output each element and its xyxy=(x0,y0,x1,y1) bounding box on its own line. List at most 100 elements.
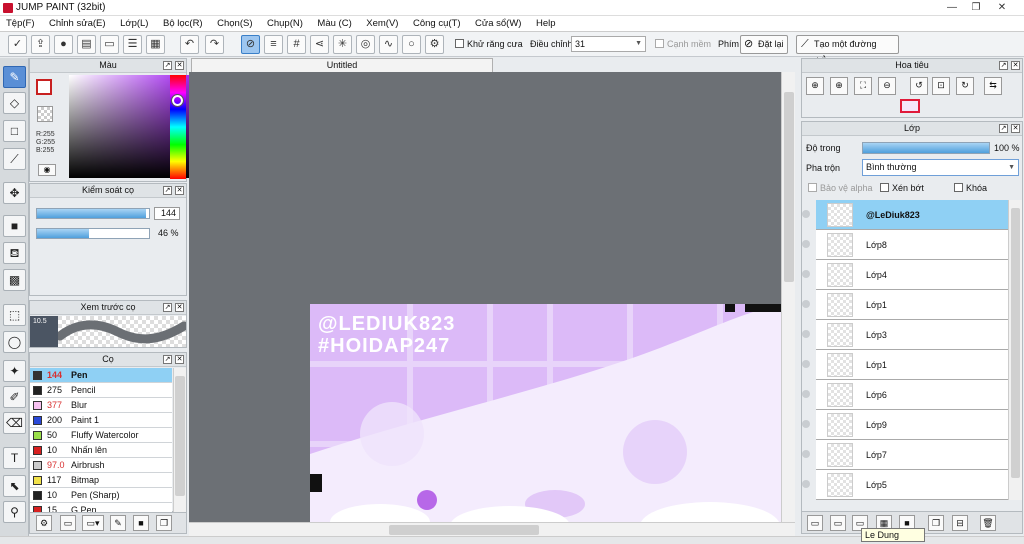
close-panel-icon[interactable]: ✕ xyxy=(1011,124,1020,133)
brush-folder-icon[interactable]: ■ xyxy=(133,515,149,531)
brush-list-item[interactable]: 50 Fluffy Watercolor xyxy=(30,428,172,443)
close-panel-icon[interactable]: ✕ xyxy=(1011,61,1020,70)
vertical-scroll-thumb[interactable] xyxy=(784,92,794,282)
message-icon[interactable]: ▤ xyxy=(77,35,96,54)
flip-icon[interactable]: ⇆ xyxy=(984,77,1002,95)
cloud-icon[interactable]: ✓ xyxy=(8,35,27,54)
bucket-tool-icon[interactable]: ⛾ xyxy=(3,242,26,264)
brush-tool-icon[interactable]: ✎ xyxy=(3,66,26,88)
snap-off-icon[interactable]: ⊘ xyxy=(241,35,260,54)
fit-screen-icon[interactable]: ⛶ xyxy=(854,77,872,95)
layer-row[interactable]: Lớp9 xyxy=(802,410,1008,440)
brush-settings-icon[interactable]: ⚙ xyxy=(36,515,52,531)
layer-row[interactable]: Lớp8 xyxy=(802,230,1008,260)
blend-mode-select[interactable]: Bình thường ▼ xyxy=(862,159,1019,176)
zoom-in-icon[interactable]: ⊕ xyxy=(806,77,824,95)
zoom-out-icon[interactable]: ⊖ xyxy=(878,77,896,95)
menu-tools[interactable]: Công cụ(T) xyxy=(407,16,467,29)
rect-tool-icon[interactable]: □ xyxy=(3,120,26,142)
foreground-color-swatch[interactable] xyxy=(36,79,52,95)
layer-row[interactable]: Lớp4 xyxy=(802,260,1008,290)
menu-view[interactable]: Xem(V) xyxy=(360,16,404,29)
brush-size-input[interactable]: 144 xyxy=(154,207,180,220)
menu-edit[interactable]: Chỉnh sửa(E) xyxy=(43,16,112,29)
protect-alpha-check-icon[interactable] xyxy=(808,183,817,192)
snap-concentric-icon[interactable]: ◎ xyxy=(356,35,375,54)
move-tool-icon[interactable]: ✥ xyxy=(3,182,26,204)
lock-checkbox[interactable]: Khóa xyxy=(954,183,987,193)
clipping-checkbox[interactable]: Xén bớt xyxy=(880,183,924,193)
undo-icon[interactable]: ↶ xyxy=(180,35,199,54)
layer-opacity-slider[interactable] xyxy=(862,142,990,154)
snap-vanish-icon[interactable]: ⋖ xyxy=(310,35,329,54)
select-eraser-tool-icon[interactable]: ⌫ xyxy=(3,412,26,434)
duplicate-layer-icon[interactable]: ❐ xyxy=(928,515,944,531)
undock-icon[interactable]: ↗ xyxy=(163,186,172,195)
menu-filter[interactable]: Bộ lọc(R) xyxy=(157,16,209,29)
menu-file[interactable]: Tệp(F) xyxy=(0,16,41,29)
close-icon[interactable]: ✕ xyxy=(991,0,1013,15)
layer-row[interactable]: Lớp7 xyxy=(802,440,1008,470)
canvas-tab[interactable]: Untitled xyxy=(191,58,493,72)
menu-select[interactable]: Chọn(S) xyxy=(211,16,258,29)
reset-button[interactable]: ⊘ Đặt lại xyxy=(740,35,788,54)
export-icon[interactable]: ⇪ xyxy=(31,35,50,54)
minimize-icon[interactable]: — xyxy=(941,0,963,15)
smooth-check-icon[interactable] xyxy=(655,39,664,48)
rotate-right-icon[interactable]: ↻ xyxy=(956,77,974,95)
operation-tool-icon[interactable]: ⬉ xyxy=(3,475,26,497)
brush-duplicate-icon[interactable]: ❐ xyxy=(156,515,172,531)
document-icon[interactable]: ▭ xyxy=(100,35,119,54)
zoom-in-alt-icon[interactable]: ⊕ xyxy=(830,77,848,95)
brush-list-item[interactable]: 144 Pen xyxy=(30,368,172,383)
undock-icon[interactable]: ↗ xyxy=(163,355,172,364)
layer-scroll-thumb[interactable] xyxy=(1011,208,1020,478)
smooth-checkbox[interactable]: Cạnh mềm xyxy=(655,39,711,49)
gradient-tool-icon[interactable]: ▩ xyxy=(3,269,26,291)
antialias-check-icon[interactable] xyxy=(455,39,464,48)
canvas-area[interactable]: @LEDIUK823 #HOIDAP247 xyxy=(189,72,795,522)
snap-radial-icon[interactable]: ✳ xyxy=(333,35,352,54)
canvas-vertical-scrollbar[interactable] xyxy=(781,72,795,522)
fill-rect-tool-icon[interactable]: ■ xyxy=(3,215,26,237)
adjust-select[interactable]: 31 ▼ xyxy=(571,36,646,52)
undock-icon[interactable]: ↗ xyxy=(999,61,1008,70)
actual-size-icon[interactable]: ⊡ xyxy=(932,77,950,95)
hue-handle[interactable] xyxy=(171,94,184,107)
antialias-checkbox[interactable]: Khử răng cưa xyxy=(455,39,523,49)
close-panel-icon[interactable]: ✕ xyxy=(175,186,184,195)
snap-grid-icon[interactable]: # xyxy=(287,35,306,54)
new-brush-icon[interactable]: ▭ xyxy=(60,515,76,531)
brush-list-item[interactable]: 15 G Pen xyxy=(30,503,172,512)
undock-icon[interactable]: ↗ xyxy=(163,303,172,312)
undock-icon[interactable]: ↗ xyxy=(999,124,1008,133)
menu-color[interactable]: Màu (C) xyxy=(311,16,357,29)
undock-icon[interactable]: ↗ xyxy=(163,61,172,70)
snap-circle-icon[interactable]: ○ xyxy=(402,35,421,54)
menu-window[interactable]: Cửa sổ(W) xyxy=(469,16,527,29)
brush-list-item[interactable]: 117 Bitmap xyxy=(30,473,172,488)
lasso-tool-icon[interactable]: ◯ xyxy=(3,331,26,353)
eyedropper-tool-icon[interactable]: ⚲ xyxy=(3,501,26,523)
magic-wand-tool-icon[interactable]: ✦ xyxy=(3,360,26,382)
brush-menu-icon[interactable]: ▭▾ xyxy=(82,515,104,531)
layer-list-scrollbar[interactable] xyxy=(1008,200,1022,500)
eraser-tool-icon[interactable]: ◇ xyxy=(3,92,26,114)
brush-size-slider[interactable] xyxy=(36,208,150,219)
close-panel-icon[interactable]: ✕ xyxy=(175,303,184,312)
brush-list-item[interactable]: 275 Pencil xyxy=(30,383,172,398)
select-pen-tool-icon[interactable]: ✐ xyxy=(3,386,26,408)
brush-edit-icon[interactable]: ✎ xyxy=(110,515,126,531)
brush-opacity-slider[interactable] xyxy=(36,228,150,239)
line-tool-icon[interactable]: ⟋ xyxy=(3,148,26,170)
brush-list-item[interactable]: 377 Blur xyxy=(30,398,172,413)
menu-capture[interactable]: Chụp(N) xyxy=(261,16,309,29)
navigator-thumbnail[interactable] xyxy=(900,99,920,113)
snap-curve-icon[interactable]: ∿ xyxy=(379,35,398,54)
menu-layer[interactable]: Lớp(L) xyxy=(114,16,154,29)
brush-list-item[interactable]: 200 Paint 1 xyxy=(30,413,172,428)
brush-list-item[interactable]: 10 Nhấn lên xyxy=(30,443,172,458)
close-panel-icon[interactable]: ✕ xyxy=(175,61,184,70)
layer-row[interactable]: Lớp1 xyxy=(802,290,1008,320)
protect-alpha-checkbox[interactable]: Bảo vệ alpha xyxy=(808,183,873,193)
